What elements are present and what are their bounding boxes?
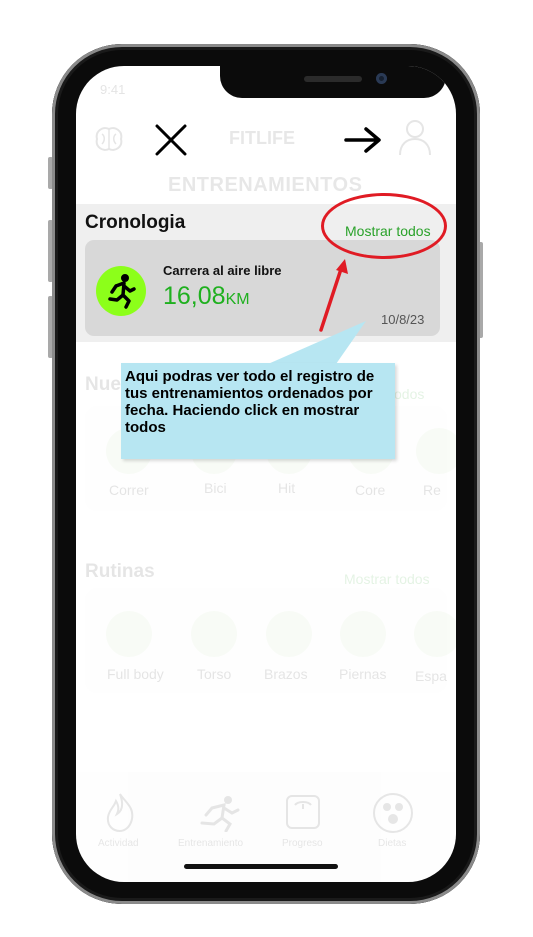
highlight-ellipse xyxy=(321,193,447,259)
workout-date: 10/8/23 xyxy=(381,312,425,327)
rutinas-item-label: Torso xyxy=(197,666,232,682)
status-time: 9:41 xyxy=(100,82,126,97)
close-icon[interactable] xyxy=(154,123,188,157)
rutinas-item-label: Espa xyxy=(415,668,447,684)
distance-unit: KM xyxy=(225,291,250,308)
phone-screen: 9:41 ▮▮▮ ◠ ▭ FITLIFE ENTRENAMIENTOS Cron… xyxy=(76,66,456,882)
fire-icon[interactable] xyxy=(100,791,140,833)
tooltip-text: Aqui podras ver todo el registro de tus … xyxy=(125,368,375,436)
nuevo-item-label: Re xyxy=(423,482,441,498)
running-icon xyxy=(96,266,146,316)
torso-icon[interactable] xyxy=(191,611,237,657)
brazos-icon[interactable] xyxy=(266,611,312,657)
nuevo-item-label: Bici xyxy=(204,480,227,496)
arrow-right-icon[interactable] xyxy=(344,126,382,154)
running-tab-icon[interactable] xyxy=(194,794,242,832)
user-profile-icon[interactable] xyxy=(398,118,432,156)
speaker xyxy=(304,76,362,82)
distance-value: 16,08 xyxy=(163,282,226,310)
tab-dietas[interactable]: Dietas xyxy=(378,838,406,849)
brain-logo-icon xyxy=(95,127,123,151)
piernas-icon[interactable] xyxy=(340,611,386,657)
rutinas-item-label: Brazos xyxy=(264,666,308,682)
rutinas-item-label: Full body xyxy=(107,666,164,682)
re-icon[interactable] xyxy=(416,428,456,474)
workout-distance: 16,08KM xyxy=(163,282,250,311)
section-heading: ENTRENAMIENTOS xyxy=(168,174,363,196)
rutinas-title: Rutinas xyxy=(85,561,155,582)
rutinas-item-label: Piernas xyxy=(339,666,387,682)
rutinas-mostrar-link[interactable]: Mostrar todos xyxy=(344,571,430,587)
nuevo-item-label: Correr xyxy=(109,482,149,498)
notch xyxy=(220,66,446,98)
espalda-icon[interactable] xyxy=(414,611,456,657)
nuevo-title: Nue xyxy=(85,374,121,395)
nuevo-mostrar-link[interactable]: odos xyxy=(394,386,424,402)
tab-progreso[interactable]: Progreso xyxy=(282,838,323,849)
workout-name: Carrera al aire libre xyxy=(163,263,282,278)
nuevo-item-label: Hit xyxy=(278,480,296,496)
food-bowl-icon[interactable] xyxy=(372,792,414,834)
home-indicator[interactable] xyxy=(184,864,338,869)
scale-icon[interactable] xyxy=(284,793,322,831)
camera xyxy=(376,73,387,84)
nuevo-item-label: Core xyxy=(355,482,386,498)
tab-entrenamiento[interactable]: Entrenamiento xyxy=(178,838,243,849)
cronologia-title: Cronologia xyxy=(85,212,186,233)
full-body-icon[interactable] xyxy=(106,611,152,657)
app-title: FITLIFE xyxy=(229,128,295,148)
tab-actividad[interactable]: Actividad xyxy=(98,838,139,849)
